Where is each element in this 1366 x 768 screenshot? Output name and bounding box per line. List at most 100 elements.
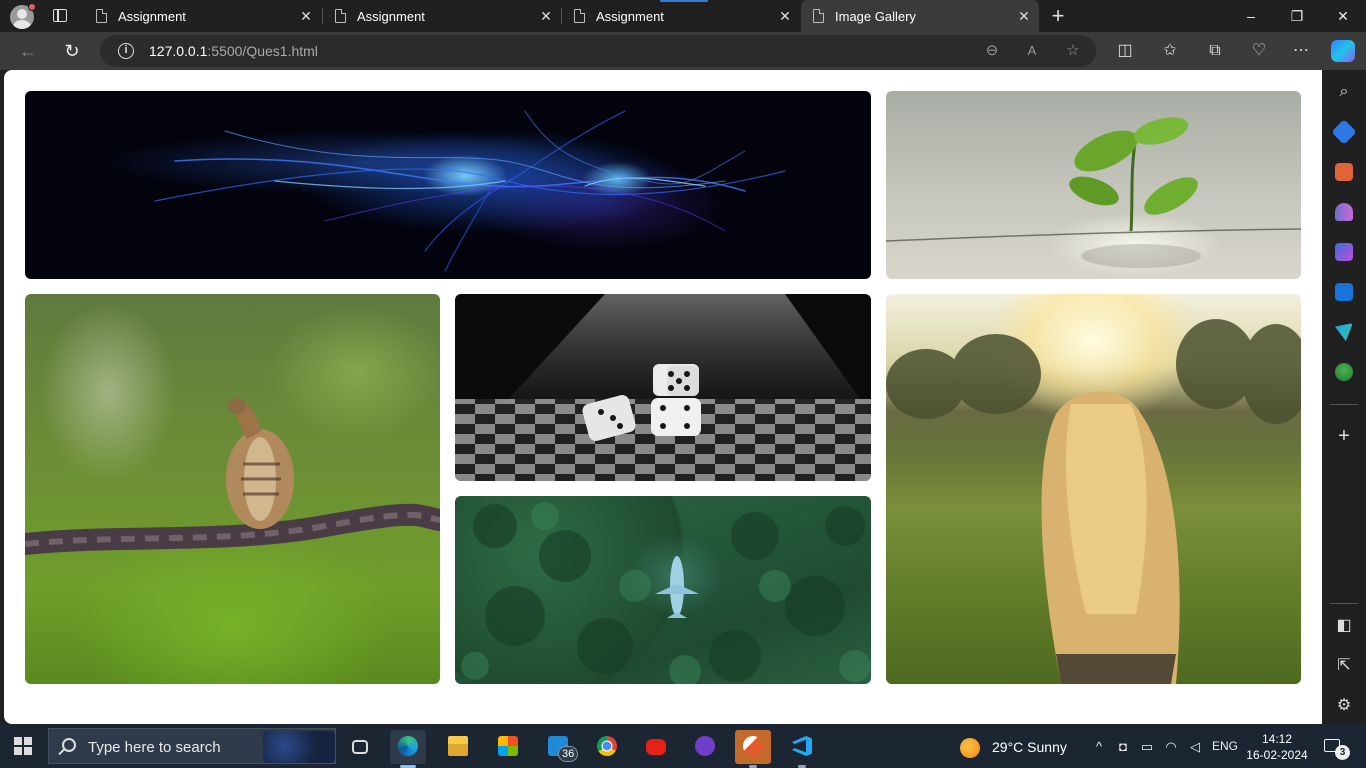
tab-close-button[interactable]: ✕ [1014, 6, 1034, 26]
task-view-button[interactable] [342, 730, 378, 764]
tab-close-button[interactable]: ✕ [775, 6, 795, 26]
page-icon [813, 9, 824, 23]
taskbar-chrome[interactable] [589, 730, 625, 764]
tab-label: Assignment [357, 9, 425, 24]
sidebar-settings-gear-icon[interactable]: ⚙ [1334, 696, 1354, 716]
hide-sidebar-icon[interactable]: ◧ [1334, 616, 1354, 636]
taskbar-mail[interactable]: 36 [540, 730, 579, 764]
squirrel-illustration [25, 398, 440, 555]
language-indicator[interactable]: ENG [1212, 739, 1238, 753]
tab-assignment-1[interactable]: Assignment ✕ [84, 0, 322, 32]
gallery-image-seedling [886, 91, 1301, 279]
back-button[interactable]: ← [14, 38, 42, 64]
search-icon [62, 738, 76, 752]
taskbar-paint-app[interactable] [735, 730, 771, 768]
page-icon [335, 9, 346, 23]
tab-label: Assignment [118, 9, 186, 24]
task-view-icon [352, 740, 368, 754]
maximize-button[interactable]: ❐ [1274, 0, 1320, 32]
tab-close-button[interactable]: ✕ [536, 6, 556, 26]
collections-icon[interactable]: ⧉ [1204, 41, 1226, 61]
tab-actions-icon [53, 9, 67, 22]
new-tab-button[interactable]: + [1046, 4, 1070, 28]
url-path: :5500/Ques1.html [207, 43, 318, 59]
windows-logo-pane [14, 747, 22, 755]
edge-icon [398, 736, 418, 756]
tab-assignment-2[interactable]: Assignment ✕ [323, 0, 561, 32]
zoom-out-icon[interactable]: ⊖ [981, 41, 1003, 61]
shopping-tag-icon[interactable] [1331, 119, 1357, 145]
url-text[interactable]: 127.0.0.1:5500/Ques1.html [149, 43, 318, 59]
volume-icon[interactable]: ◁ [1186, 738, 1204, 756]
tab-label: Assignment [596, 9, 664, 24]
minimize-button[interactable]: – [1228, 0, 1274, 32]
github-icon [695, 736, 715, 756]
tab-label: Image Gallery [835, 9, 916, 24]
read-aloud-icon[interactable]: A [1021, 41, 1043, 61]
url-host: 127.0.0.1 [149, 43, 208, 59]
gallery-image-forest-plane [455, 496, 871, 684]
split-screen-icon[interactable]: ◫ [1114, 41, 1136, 61]
address-bar[interactable]: i 127.0.0.1:5500/Ques1.html ⊖ A ☆ [100, 35, 1096, 67]
gallery-image-abstract-fibers [25, 91, 871, 279]
close-window-button[interactable]: ✕ [1320, 0, 1366, 32]
outlook-icon[interactable] [1335, 283, 1353, 301]
windows-logo-pane [24, 747, 32, 755]
windows-taskbar: Type here to search 36 29°C Sunny ^ ◘ ▭ … [0, 724, 1366, 768]
start-button[interactable] [14, 737, 32, 755]
gallery-image-dice [455, 294, 871, 481]
fibers-illustration [154, 110, 786, 272]
gallery-image-squirrel [25, 294, 440, 684]
notification-count: 3 [1335, 745, 1350, 760]
tray-device-icon[interactable]: ◘ [1114, 738, 1132, 756]
browser-toolbar: ← ↻ i 127.0.0.1:5500/Ques1.html ⊖ A ☆ ◫ … [0, 32, 1366, 70]
refresh-button[interactable]: ↻ [58, 38, 86, 64]
taskbar-github[interactable] [687, 730, 723, 764]
dice-illustration [455, 294, 871, 481]
microsoft-365-icon[interactable] [1335, 243, 1353, 261]
folder-icon [448, 736, 468, 756]
page-viewport [4, 70, 1322, 724]
wifi-icon[interactable]: ◠ [1162, 738, 1180, 756]
chrome-icon [597, 736, 617, 756]
taskbar-store[interactable] [490, 730, 526, 764]
windows-logo-icon [14, 737, 22, 745]
tab-actions-button[interactable] [46, 6, 74, 26]
favorite-star-icon[interactable]: ☆ [1062, 41, 1084, 61]
games-icon[interactable] [1335, 203, 1353, 221]
gallery-image-girl-field [886, 294, 1301, 684]
taskbar-edge[interactable] [390, 730, 426, 768]
search-highlight-image [263, 731, 335, 763]
profile-avatar-button[interactable] [8, 3, 36, 29]
sunny-weather-icon [960, 738, 980, 758]
battery-icon[interactable]: ▭ [1138, 738, 1156, 756]
taskbar-vscode[interactable] [784, 730, 820, 768]
taskbar-youtube[interactable] [638, 730, 674, 764]
taskbar-search-box[interactable]: Type here to search [48, 728, 336, 764]
drop-icon[interactable] [1335, 323, 1353, 341]
youtube-icon [646, 739, 666, 755]
tab-assignment-3[interactable]: Assignment ✕ [562, 0, 800, 32]
taskbar-file-explorer[interactable] [440, 730, 476, 764]
sidebar-divider [1330, 603, 1358, 604]
browser-essentials-icon[interactable]: ♡ [1248, 41, 1270, 61]
more-menu-icon[interactable]: ⋯ [1290, 41, 1312, 61]
tools-briefcase-icon[interactable] [1335, 163, 1353, 181]
search-icon[interactable]: ⌕ [1334, 82, 1354, 102]
show-hidden-icons-chevron-up-icon[interactable]: ^ [1090, 738, 1108, 756]
paint-icon [743, 736, 763, 756]
open-external-icon[interactable]: ⇱ [1334, 656, 1354, 676]
designer-icon[interactable] [1335, 363, 1353, 381]
clock-date: 16-02-2024 [1246, 748, 1308, 762]
add-sidebar-app-icon[interactable]: + [1334, 426, 1354, 446]
clock[interactable]: 14:12 16-02-2024 [1242, 731, 1312, 763]
notification-center-button[interactable]: 3 [1322, 736, 1350, 760]
tab-close-button[interactable]: ✕ [296, 6, 316, 26]
vscode-icon [792, 736, 812, 756]
site-info-icon[interactable]: i [118, 43, 134, 59]
tab-image-gallery[interactable]: Image Gallery ✕ [801, 0, 1039, 32]
favorites-icon[interactable]: ✩ [1159, 41, 1181, 61]
store-icon [498, 736, 518, 756]
copilot-icon[interactable] [1331, 40, 1355, 62]
page-icon [96, 9, 107, 23]
